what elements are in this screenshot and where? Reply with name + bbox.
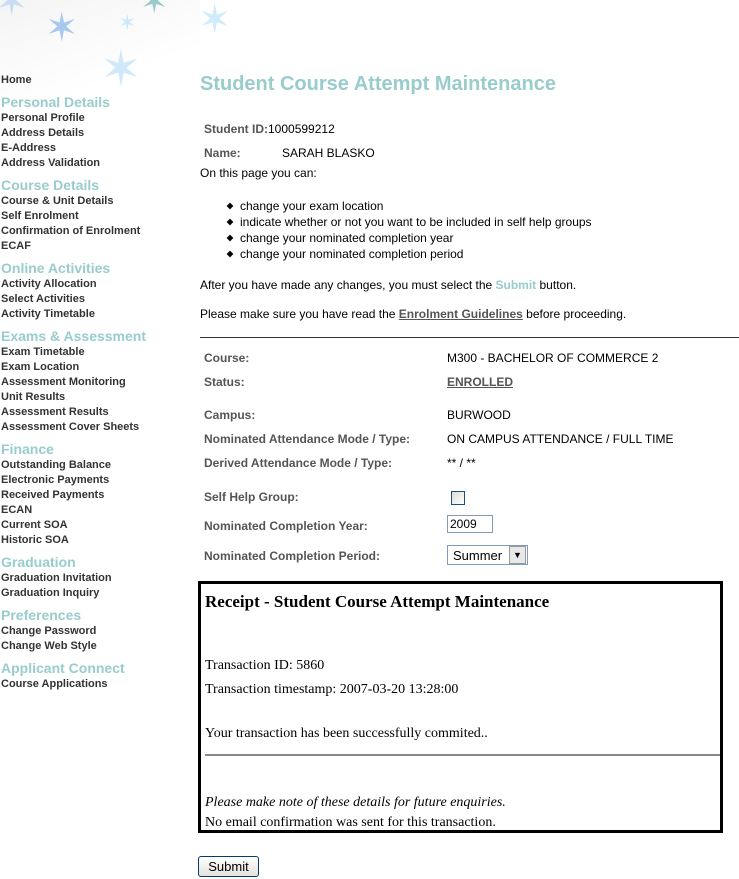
sidebar-section-heading: Finance: [1, 441, 54, 457]
sidebar-item-home[interactable]: Home: [1, 73, 191, 88]
list-item: change your nominated completion year: [200, 230, 592, 246]
completion-year-label: Nominated Completion Year:: [204, 519, 368, 533]
completion-year-input[interactable]: 2009: [447, 515, 493, 533]
sidebar-item[interactable]: Self Enrolment: [1, 209, 191, 224]
sidebar-item[interactable]: Confirmation of Enrolment: [1, 224, 191, 239]
page-title: Student Course Attempt Maintenance: [200, 73, 556, 95]
sidebar-section-heading: Course Details: [1, 177, 100, 193]
star-icon: ✶: [118, 10, 137, 35]
sidebar-item[interactable]: Assessment Cover Sheets: [1, 420, 191, 435]
sidebar-item[interactable]: Change Password: [1, 624, 191, 639]
name-label: Name:: [204, 146, 241, 160]
sidebar-item[interactable]: Received Payments: [1, 488, 191, 503]
sidebar-item[interactable]: Address Details: [1, 126, 191, 141]
course-value: M300 - BACHELOR OF COMMERCE 2: [447, 351, 659, 365]
sidebar-item[interactable]: ECAF: [1, 239, 191, 254]
text: After you have made any changes, you mus…: [200, 278, 496, 292]
guidelines-instruction: Please make sure you have read the Enrol…: [200, 307, 626, 321]
sidebar-item[interactable]: Outstanding Balance: [1, 458, 191, 473]
text: before proceeding.: [522, 307, 627, 321]
star-icon: ✶: [45, 6, 79, 50]
sidebar-section-heading: Graduation: [1, 554, 76, 570]
receipt-box: Receipt - Student Course Attempt Mainten…: [198, 581, 723, 833]
course-label: Course:: [204, 351, 250, 365]
sidebar-section-heading: Exams & Assessment: [1, 328, 147, 344]
nominated-mode-label: Nominated Attendance Mode / Type:: [204, 432, 411, 446]
student-id-label: Student ID:: [204, 122, 268, 136]
star-icon: ✶: [0, 0, 29, 24]
sidebar-item[interactable]: Graduation Inquiry: [1, 586, 191, 601]
sidebar-item[interactable]: Electronic Payments: [1, 473, 191, 488]
chevron-down-icon[interactable]: ▼: [509, 546, 526, 564]
list-item: indicate whether or not you want to be i…: [200, 214, 592, 230]
derived-mode-value: ** / **: [447, 456, 476, 470]
sidebar-item[interactable]: Current SOA: [1, 518, 191, 533]
sidebar-item[interactable]: Historic SOA: [1, 533, 191, 548]
sidebar-section-heading: Online Activities: [1, 260, 111, 276]
derived-mode-label: Derived Attendance Mode / Type:: [204, 456, 393, 470]
sidebar-item[interactable]: Activity Timetable: [1, 307, 191, 322]
completion-period-select[interactable]: Summer ▼: [447, 545, 528, 565]
sidebar-item[interactable]: Personal Profile: [1, 111, 191, 126]
intro-text: On this page you can:: [200, 166, 317, 180]
campus-value: BURWOOD: [447, 408, 511, 422]
nominated-mode-value: ON CAMPUS ATTENDANCE / FULL TIME: [447, 432, 674, 446]
submit-ref-text: Submit: [495, 278, 537, 292]
divider: [200, 337, 739, 338]
status-label: Status:: [204, 375, 245, 389]
sidebar-item[interactable]: Change Web Style: [1, 639, 191, 654]
campus-label: Campus:: [204, 408, 256, 422]
capabilities-list: change your exam location indicate wheth…: [200, 198, 592, 262]
status-link[interactable]: ENROLLED: [447, 375, 513, 389]
sidebar-section-heading: Preferences: [1, 607, 82, 623]
student-id-value: 1000599212: [268, 122, 335, 136]
sidebar-item[interactable]: Course & Unit Details: [1, 194, 191, 209]
transaction-id: Transaction ID: 5860: [205, 658, 325, 673]
sidebar-item[interactable]: Assessment Monitoring: [1, 375, 191, 390]
text: Please make sure you have read the: [200, 307, 399, 321]
success-message: Your transaction has been successfully c…: [205, 726, 488, 741]
divider: [205, 754, 720, 756]
sidebar-item[interactable]: Graduation Invitation: [1, 571, 191, 586]
submit-instruction: After you have made any changes, you mus…: [200, 278, 576, 292]
email-note: No email confirmation was sent for this …: [205, 815, 496, 830]
sidebar-item[interactable]: Exam Timetable: [1, 345, 191, 360]
sidebar-item[interactable]: Address Validation: [1, 156, 191, 171]
sidebar-item[interactable]: E-Address: [1, 141, 191, 156]
sidebar-item[interactable]: ECAN: [1, 503, 191, 518]
sidebar-section-heading: Personal Details: [1, 94, 110, 110]
selected-value: Summer: [453, 547, 503, 563]
submit-button[interactable]: Submit: [198, 856, 259, 877]
text: button.: [536, 278, 577, 292]
completion-period-label: Nominated Completion Period:: [204, 549, 381, 563]
list-item: change your nominated completion period: [200, 246, 592, 262]
sidebar-item[interactable]: Activity Allocation: [1, 277, 191, 292]
sidebar-item[interactable]: Course Applications: [1, 677, 191, 692]
sidebar-item[interactable]: Assessment Results: [1, 405, 191, 420]
receipt-title: Receipt - Student Course Attempt Mainten…: [205, 592, 550, 611]
sidebar-nav: Home Personal Details Personal Profile Add…: [1, 73, 191, 692]
sidebar-item[interactable]: Select Activities: [1, 292, 191, 307]
star-icon: ✶: [140, 0, 169, 21]
self-help-group-checkbox[interactable]: [451, 491, 465, 505]
transaction-timestamp: Transaction timestamp: 2007-03-20 13:28:…: [205, 682, 459, 697]
self-help-group-label: Self Help Group:: [204, 490, 299, 504]
name-value: SARAH BLASKO: [282, 146, 375, 160]
star-icon: ✶: [198, 0, 232, 42]
sidebar-section-heading: Applicant Connect: [1, 660, 125, 676]
enrolment-guidelines-link[interactable]: Enrolment Guidelines: [399, 307, 523, 321]
sidebar-item[interactable]: Unit Results: [1, 390, 191, 405]
note-text: Please make note of these details for fu…: [205, 795, 506, 810]
sidebar-item[interactable]: Exam Location: [1, 360, 191, 375]
list-item: change your exam location: [200, 198, 592, 214]
